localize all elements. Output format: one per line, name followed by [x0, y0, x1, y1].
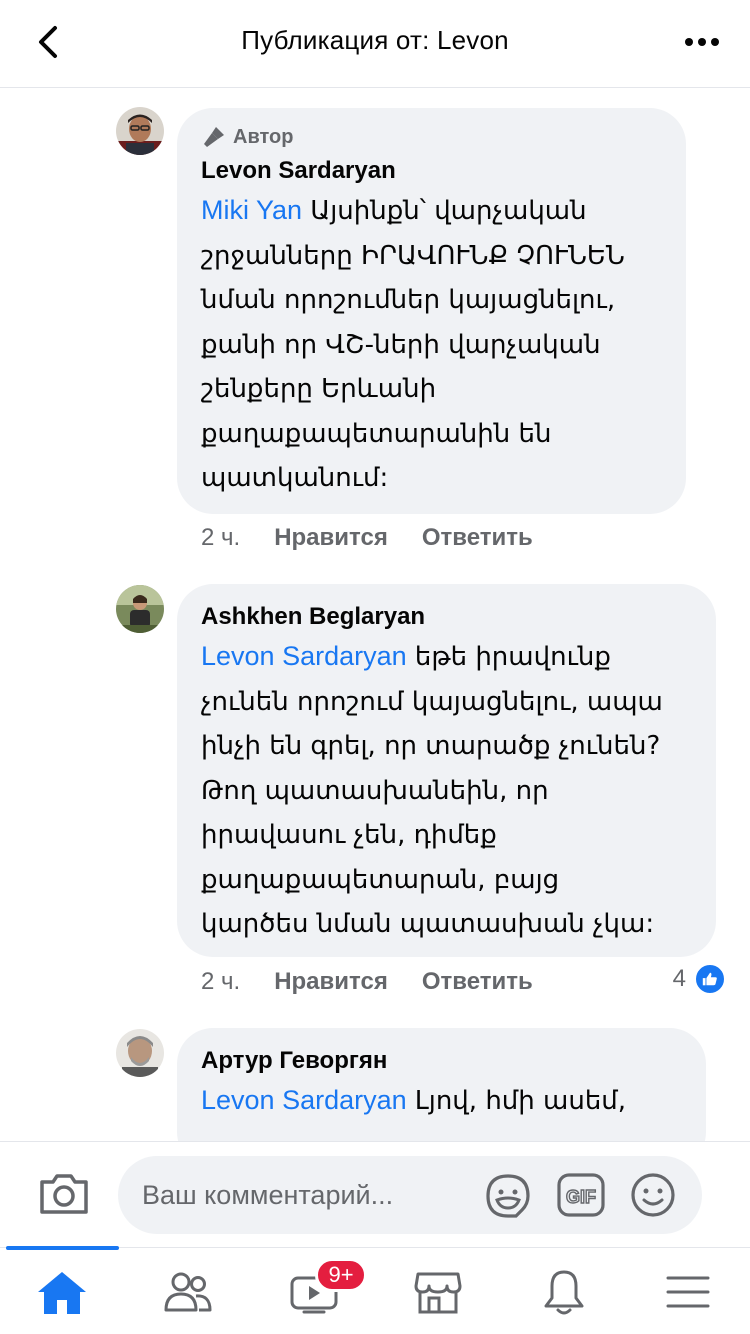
camera-icon	[40, 1174, 88, 1214]
mention-link[interactable]: Miki Yan	[201, 195, 302, 225]
avatar[interactable]	[116, 107, 164, 155]
bell-icon	[544, 1270, 584, 1315]
tab-notifications[interactable]	[534, 1264, 594, 1320]
commenter-name[interactable]: Levon Sardaryan	[201, 154, 662, 188]
like-button[interactable]: Нравится	[274, 524, 388, 552]
avatar[interactable]	[116, 1029, 164, 1077]
comments-list: Автор Levon Sardaryan Miki Yan Այսինքն՝ …	[0, 89, 750, 1141]
comment-text: Miki Yan Այսինքն՝ վարչական շրջանները ԻՐԱ…	[201, 188, 662, 501]
gif-icon: GIF	[557, 1173, 605, 1217]
friends-icon	[164, 1272, 212, 1312]
comment-bubble[interactable]: Артур Геворгян Levon Sardaryan Լյով, հմի…	[177, 1028, 706, 1141]
page-title: Публикация от: Levon	[241, 25, 509, 55]
bottom-navigation: 9+	[0, 1246, 750, 1334]
reply-button[interactable]: Ответить	[422, 524, 533, 552]
comment-actions: 2 ч. Нравится Ответить	[201, 524, 567, 552]
author-badge-label: Автор	[233, 125, 294, 148]
sticker-icon	[486, 1174, 530, 1218]
avatar-image	[116, 107, 164, 155]
like-button[interactable]: Нравится	[274, 968, 388, 996]
camera-button[interactable]	[38, 1170, 90, 1218]
comment-line: պատկանում:	[201, 463, 389, 493]
tab-menu[interactable]	[658, 1264, 718, 1320]
comment-time[interactable]: 2 ч.	[201, 968, 240, 996]
svg-text:GIF: GIF	[566, 1187, 596, 1207]
more-options-button[interactable]	[684, 30, 720, 54]
comment-bubble[interactable]: Ashkhen Beglaryan Levon Sardaryan եթե իր…	[177, 584, 716, 957]
comment-input[interactable]	[142, 1156, 462, 1234]
comment-item: Автор Levon Sardaryan Miki Yan Այսինքն՝ …	[0, 89, 750, 569]
comment-text: Levon Sardaryan Լյով, հմի ասեմ,	[201, 1078, 682, 1124]
avatar-image	[116, 1029, 164, 1077]
comment-line: նման որոշումներ կայացնելու,	[201, 285, 616, 315]
mention-link[interactable]: Levon Sardaryan	[201, 641, 407, 671]
comment-time[interactable]: 2 ч.	[201, 524, 240, 552]
comment-line: չունեն որոշում կայացնելու, ապա	[201, 686, 663, 717]
avatar-image	[116, 585, 164, 633]
active-tab-indicator	[6, 1246, 119, 1250]
comment-line: կարծես նման պատասխան չկա:	[201, 909, 655, 939]
marketplace-icon	[414, 1272, 462, 1314]
top-bar: Публикация от: Levon	[0, 0, 750, 88]
notification-badge: 9+	[315, 1258, 367, 1292]
smiley-icon	[631, 1173, 675, 1217]
comment-line: քաղաքապետարանին են	[201, 418, 552, 449]
comment-line: քաղաքապետարան, բայց	[201, 864, 560, 895]
tab-friends[interactable]	[158, 1264, 218, 1320]
mention-link[interactable]: Levon Sardaryan	[201, 1085, 407, 1115]
comment-actions: 2 ч. Нравится Ответить	[201, 968, 567, 996]
comment-line: եթե իրավունք	[406, 642, 611, 672]
comment-bubble[interactable]: Автор Levon Sardaryan Miki Yan Այսինքն՝ …	[177, 108, 686, 514]
comment-line: Լյով, հմի ասեմ,	[406, 1086, 627, 1116]
commenter-name[interactable]: Артур Геворгян	[201, 1044, 682, 1078]
more-dots-icon	[685, 38, 719, 46]
comment-item: Артур Геворгян Levon Sardaryan Լյով, հմի…	[0, 1027, 750, 1141]
reaction-summary[interactable]: 4	[673, 963, 726, 995]
comment-line: իրավասու չեն, դիմեք	[201, 820, 497, 850]
comment-line: ինչի են գրել, որ տարածք չունեն?	[201, 731, 661, 761]
comment-line: Այսինքն՝ վարչական	[302, 196, 587, 226]
commenter-name[interactable]: Ashkhen Beglaryan	[201, 600, 692, 634]
home-icon	[38, 1272, 86, 1314]
comment-composer: GIF	[0, 1141, 750, 1247]
gif-button[interactable]: GIF	[556, 1172, 606, 1218]
thumbs-up-icon	[694, 963, 726, 995]
comment-input-container[interactable]: GIF	[118, 1156, 702, 1234]
comment-line: շրջանները ԻՐԱՎՈՒՆՔ ՉՈՒՆԵՆ	[201, 240, 625, 271]
comment-line: շենքերը Երևանի	[201, 374, 437, 404]
hamburger-menu-icon	[666, 1276, 710, 1308]
comment-item: Ashkhen Beglaryan Levon Sardaryan եթե իր…	[0, 583, 750, 1023]
comment-text: Levon Sardaryan եթե իրավունք չունեն որոշ…	[201, 634, 692, 947]
author-badge: Автор	[201, 124, 662, 150]
avatar[interactable]	[116, 585, 164, 633]
reaction-count: 4	[672, 965, 686, 992]
microphone-icon	[204, 127, 224, 147]
reply-button[interactable]: Ответить	[422, 968, 533, 996]
emoji-button[interactable]	[630, 1172, 676, 1218]
comment-line: քանի որ ՎՇ-ների վարչական	[201, 329, 601, 360]
sticker-button[interactable]	[484, 1172, 532, 1220]
tab-watch[interactable]: 9+	[284, 1258, 367, 1320]
tab-marketplace[interactable]	[408, 1264, 468, 1320]
comment-line: Թող պատասխանեին, որ	[201, 775, 549, 806]
tab-home[interactable]	[32, 1264, 92, 1320]
